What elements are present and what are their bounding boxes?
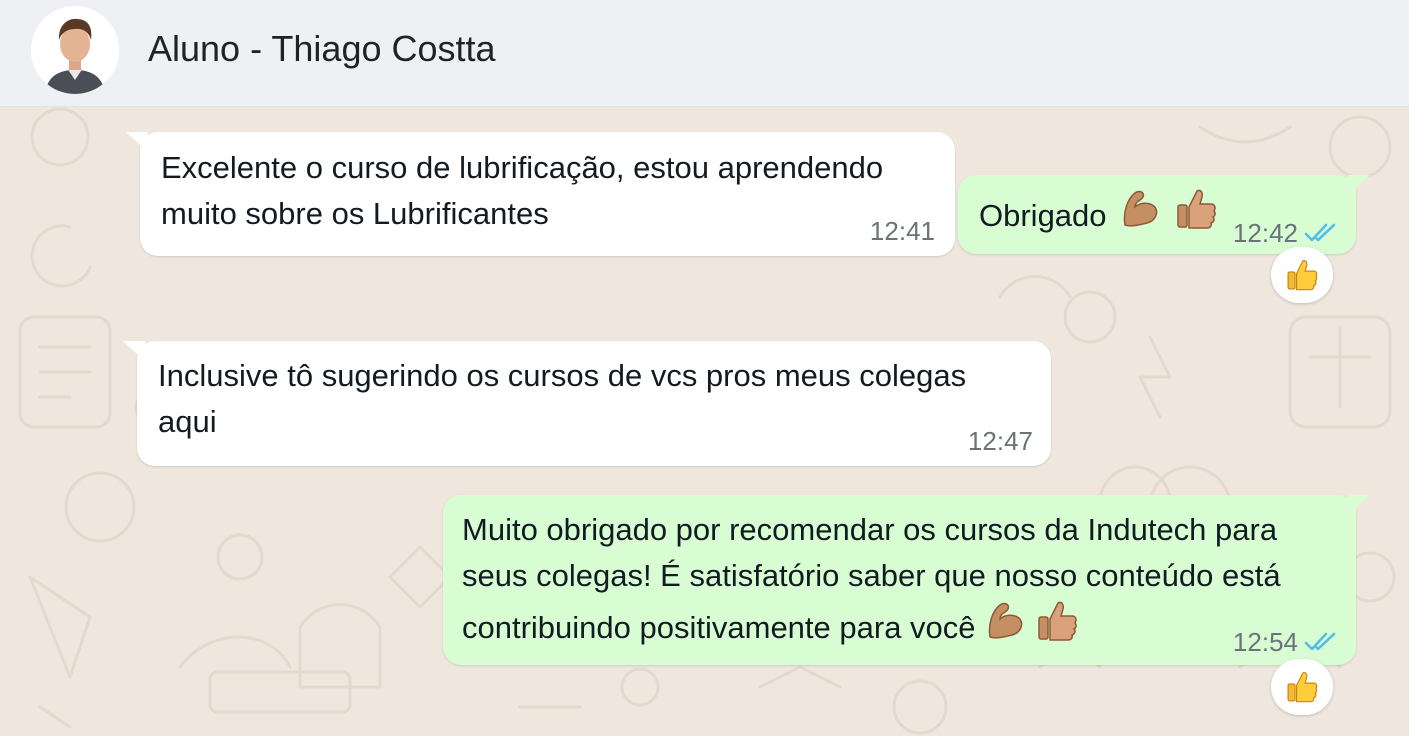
reaction-badge[interactable] — [1271, 247, 1333, 303]
flexed-biceps-icon — [984, 599, 1028, 656]
message-text: Muito obrigado por recomendar os cursos … — [462, 507, 1281, 656]
message-line: Inclusive tô sugerindo os cursos de vcs … — [158, 358, 967, 393]
message-time: 12:54 — [1233, 627, 1338, 657]
thumbs-up-icon — [1287, 260, 1318, 291]
timestamp: 12:54 — [1232, 627, 1298, 657]
incoming-message[interactable]: Excelente o curso de lubrificação, estou… — [126, 132, 955, 256]
bubble-tail — [1348, 495, 1370, 515]
message-line: Excelente o curso de lubrificação, estou… — [161, 150, 884, 185]
flexed-biceps-icon — [1119, 187, 1163, 244]
outgoing-message[interactable]: Obrigado 12:42 — [958, 175, 1370, 254]
contact-name[interactable]: Aluno - Thiago Costta — [148, 28, 496, 70]
chat-header: Aluno - Thiago Costta — [0, 0, 1409, 107]
message-line: contribuindo positivamente para você — [462, 609, 976, 645]
message-time: 12:42 — [1233, 218, 1338, 248]
message-line: seus colegas! É satisfatório saber que n… — [462, 558, 1281, 593]
message-line: Obrigado — [979, 197, 1107, 233]
message-text: Excelente o curso de lubrificação, estou… — [161, 145, 883, 237]
message-time: 12:41 — [870, 216, 935, 246]
message-line: Muito obrigado por recomendar os cursos … — [462, 512, 1278, 547]
thumbs-up-icon — [1036, 599, 1078, 656]
message-line: aqui — [158, 404, 217, 439]
incoming-message[interactable]: Inclusive tô sugerindo os cursos de vcs … — [123, 341, 1051, 466]
thumbs-up-icon — [1175, 187, 1217, 244]
bubble-tail — [126, 132, 148, 152]
double-check-read-icon — [1304, 223, 1336, 242]
message-time: 12:47 — [968, 426, 1033, 456]
bubble-tail — [123, 341, 145, 361]
message-text: Inclusive tô sugerindo os cursos de vcs … — [158, 353, 966, 445]
bubble-tail — [1348, 175, 1370, 195]
double-check-read-icon — [1304, 632, 1336, 651]
outgoing-message[interactable]: Muito obrigado por recomendar os cursos … — [443, 495, 1370, 665]
message-line: muito sobre os Lubrificantes — [161, 196, 549, 231]
timestamp: 12:41 — [869, 216, 935, 246]
timestamp: 12:47 — [967, 426, 1033, 456]
reaction-badge[interactable] — [1271, 659, 1333, 715]
timestamp: 12:42 — [1232, 218, 1298, 248]
message-text: Obrigado — [979, 187, 1217, 244]
chat-area: Excelente o curso de lubrificação, estou… — [0, 107, 1409, 736]
message-line-with-emoji: contribuindo positivamente para você — [462, 599, 1281, 656]
thumbs-up-icon — [1287, 672, 1318, 703]
profile-photo-icon — [31, 6, 119, 94]
contact-avatar[interactable] — [31, 6, 119, 94]
